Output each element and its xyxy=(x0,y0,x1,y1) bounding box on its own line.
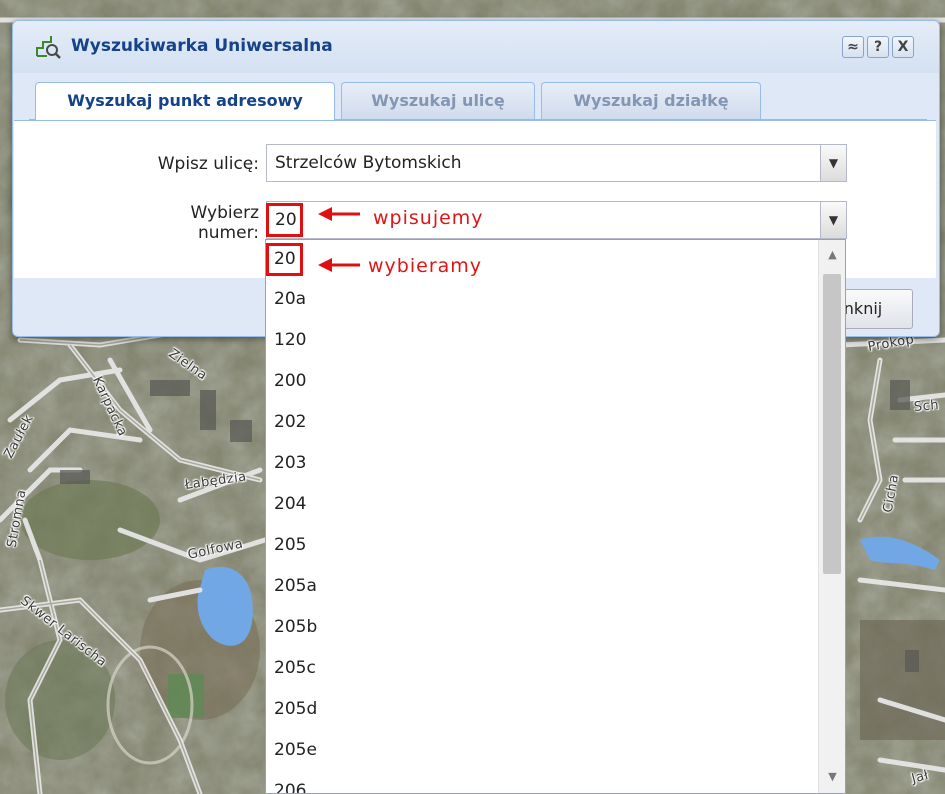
tab-strip: Wyszukaj punkt adresowy Wyszukaj ulicę W… xyxy=(29,79,927,120)
arrow-left-icon xyxy=(318,258,360,272)
chevron-down-icon[interactable]: ▼ xyxy=(820,145,846,181)
list-item[interactable]: 205 xyxy=(274,533,306,557)
scroll-thumb[interactable] xyxy=(823,274,841,574)
street-combobox[interactable]: Strzelców Bytomskich ▼ xyxy=(266,144,847,182)
number-label: Wybierz numer: xyxy=(114,203,259,243)
street-label-sch: Sch xyxy=(913,397,940,415)
list-item[interactable]: 204 xyxy=(274,492,306,516)
selected-item-highlight xyxy=(266,243,303,276)
street-label: Wpisz ulicę: xyxy=(157,154,259,174)
close-window-button[interactable]: X xyxy=(892,36,914,58)
number-label-line1: Wybierz xyxy=(190,203,259,223)
search-map-icon xyxy=(36,36,61,59)
help-button[interactable]: ? xyxy=(867,36,889,58)
annotation-selected: wybieramy xyxy=(368,255,483,277)
tab-address-point[interactable]: Wyszukaj punkt adresowy xyxy=(35,82,335,120)
list-item[interactable]: 120 xyxy=(274,328,306,352)
list-item[interactable]: 205b xyxy=(274,615,317,639)
list-item[interactable]: 205a xyxy=(274,574,317,598)
number-label-line2: numer: xyxy=(198,223,259,243)
tab-parcel[interactable]: Wyszukaj działkę xyxy=(541,82,761,119)
collapse-button[interactable]: ≈ xyxy=(842,36,864,58)
scroll-up-icon[interactable]: ▲ xyxy=(819,248,845,261)
list-item[interactable]: 202 xyxy=(274,410,306,434)
dialog-titlebar[interactable]: Wyszukiwarka Uniwersalna ≈ ? X xyxy=(13,21,939,73)
list-item[interactable]: 200 xyxy=(274,369,306,393)
tab-street[interactable]: Wyszukaj ulicę xyxy=(341,82,535,119)
dialog-title: Wyszukiwarka Uniwersalna xyxy=(71,36,333,56)
scroll-down-icon[interactable]: ▼ xyxy=(819,770,845,783)
list-item[interactable]: 20a xyxy=(274,287,306,311)
list-item[interactable]: 205d xyxy=(274,697,317,721)
dropdown-scrollbar[interactable]: ▲ ▼ xyxy=(818,240,845,793)
annotation-typed: wpisujemy xyxy=(373,207,484,229)
typed-value-highlight xyxy=(266,203,303,237)
list-item[interactable]: 206 xyxy=(274,779,306,793)
list-item[interactable]: 205e xyxy=(274,738,317,762)
arrow-left-icon xyxy=(318,207,360,221)
chevron-down-icon[interactable]: ▼ xyxy=(820,202,846,238)
list-item[interactable]: 205c xyxy=(274,656,316,680)
list-item[interactable]: 203 xyxy=(274,451,306,475)
street-input-value[interactable]: Strzelców Bytomskich xyxy=(275,153,462,173)
number-dropdown-list[interactable]: 20 20a 120 200 202 203 204 205 205a 205b… xyxy=(265,239,846,794)
